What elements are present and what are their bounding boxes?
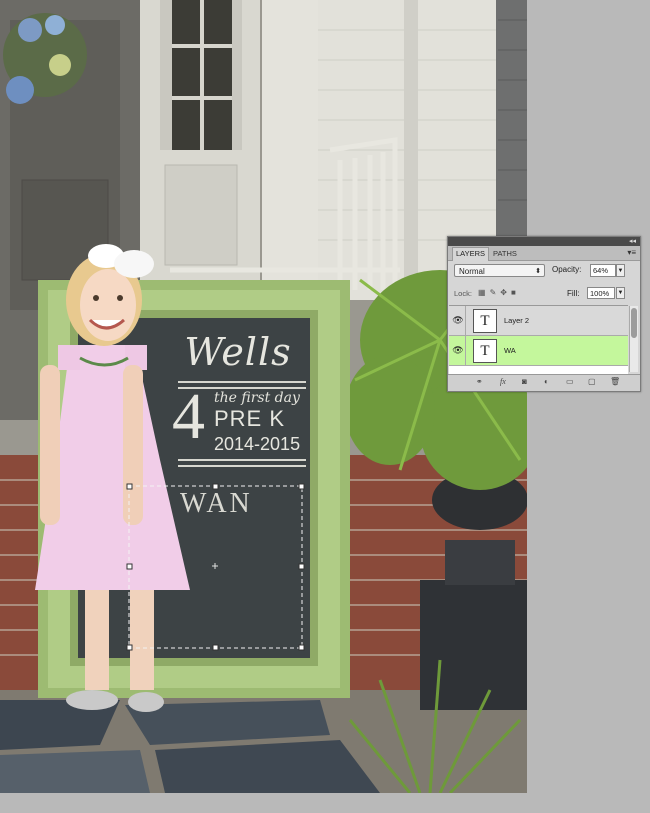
fill-field[interactable]: 100% — [587, 287, 615, 299]
text-layer-content[interactable]: WAN — [180, 488, 253, 520]
lock-transparency-icon[interactable]: ▦ — [478, 288, 490, 297]
lock-label: Lock: — [454, 289, 472, 298]
layer-name[interactable]: Layer 2 — [504, 316, 529, 325]
opacity-dropdown-icon[interactable]: ▼ — [616, 264, 625, 277]
collapse-icon[interactable]: ◂◂ — [629, 237, 636, 246]
lock-all-icon[interactable]: ■ — [511, 288, 520, 297]
blend-mode-select[interactable]: Normal ⬍ — [454, 264, 545, 277]
blend-opacity-row: Normal ⬍ Opacity: 64% ▼ — [454, 264, 636, 280]
layer-row-selected[interactable]: 👁 T WA — [449, 336, 628, 366]
layers-scrollbar[interactable] — [629, 306, 638, 372]
chalk-grade: PRE K — [214, 406, 286, 431]
tab-paths[interactable]: PATHS — [490, 248, 520, 260]
opacity-field[interactable]: 64% — [590, 264, 616, 277]
fill-dropdown-icon[interactable]: ▼ — [616, 287, 625, 299]
tab-layers[interactable]: LAYERS — [452, 247, 490, 261]
blend-mode-value: Normal — [459, 267, 485, 276]
layer-row[interactable]: 👁 T Layer 2 — [449, 306, 628, 336]
link-icon[interactable]: ⚭ — [476, 377, 483, 386]
scrollbar-thumb[interactable] — [631, 308, 637, 338]
chalk-subtitle: the first day — [214, 390, 300, 406]
visibility-eye-icon[interactable]: 👁 — [451, 336, 466, 365]
fill-label: Fill: — [567, 289, 580, 298]
layers-panel: ◂◂ LAYERS PATHS ▾≡ Normal ⬍ Opacity: 64%… — [447, 236, 641, 392]
panel-bottom-toolbar: ⚭ fx ◙ ◐ ▭ ▢ 🗑 — [448, 374, 640, 391]
document-canvas[interactable]: Wells 4 the first day PRE K 2014-2015 WA… — [0, 0, 527, 793]
opacity-label: Opacity: — [552, 265, 582, 274]
fx-icon[interactable]: fx — [500, 377, 506, 386]
panel-title-bar[interactable]: ◂◂ — [448, 237, 640, 246]
layer-name[interactable]: WA — [504, 346, 516, 355]
panel-tabs: LAYERS PATHS ▾≡ — [448, 246, 640, 261]
adjustment-icon[interactable]: ◐ — [544, 377, 549, 386]
text-layer-thumbnail: T — [473, 339, 497, 363]
chalk-name: Wells — [184, 330, 292, 374]
panel-menu-icon[interactable]: ▾≡ — [627, 248, 636, 257]
lock-pixels-icon[interactable]: ✎ — [490, 288, 501, 297]
chalk-number: 4 — [172, 380, 205, 453]
updown-arrow-icon: ⬍ — [535, 268, 541, 275]
trash-icon[interactable]: 🗑 — [610, 377, 620, 386]
group-icon[interactable]: ▭ — [566, 377, 574, 386]
chalk-year: 2014-2015 — [214, 434, 301, 454]
mask-icon[interactable]: ◙ — [522, 377, 527, 386]
visibility-eye-icon[interactable]: 👁 — [451, 306, 466, 335]
layers-list[interactable]: 👁 T Layer 2 👁 T WA — [449, 305, 628, 374]
lock-icons[interactable]: ▦✎✥■ — [478, 288, 520, 297]
lock-position-icon[interactable]: ✥ — [500, 288, 511, 297]
new-layer-icon[interactable]: ▢ — [588, 377, 596, 386]
lock-fill-row: Lock: ▦✎✥■ Fill: 100% ▼ — [454, 287, 636, 301]
text-layer-thumbnail: T — [473, 309, 497, 333]
